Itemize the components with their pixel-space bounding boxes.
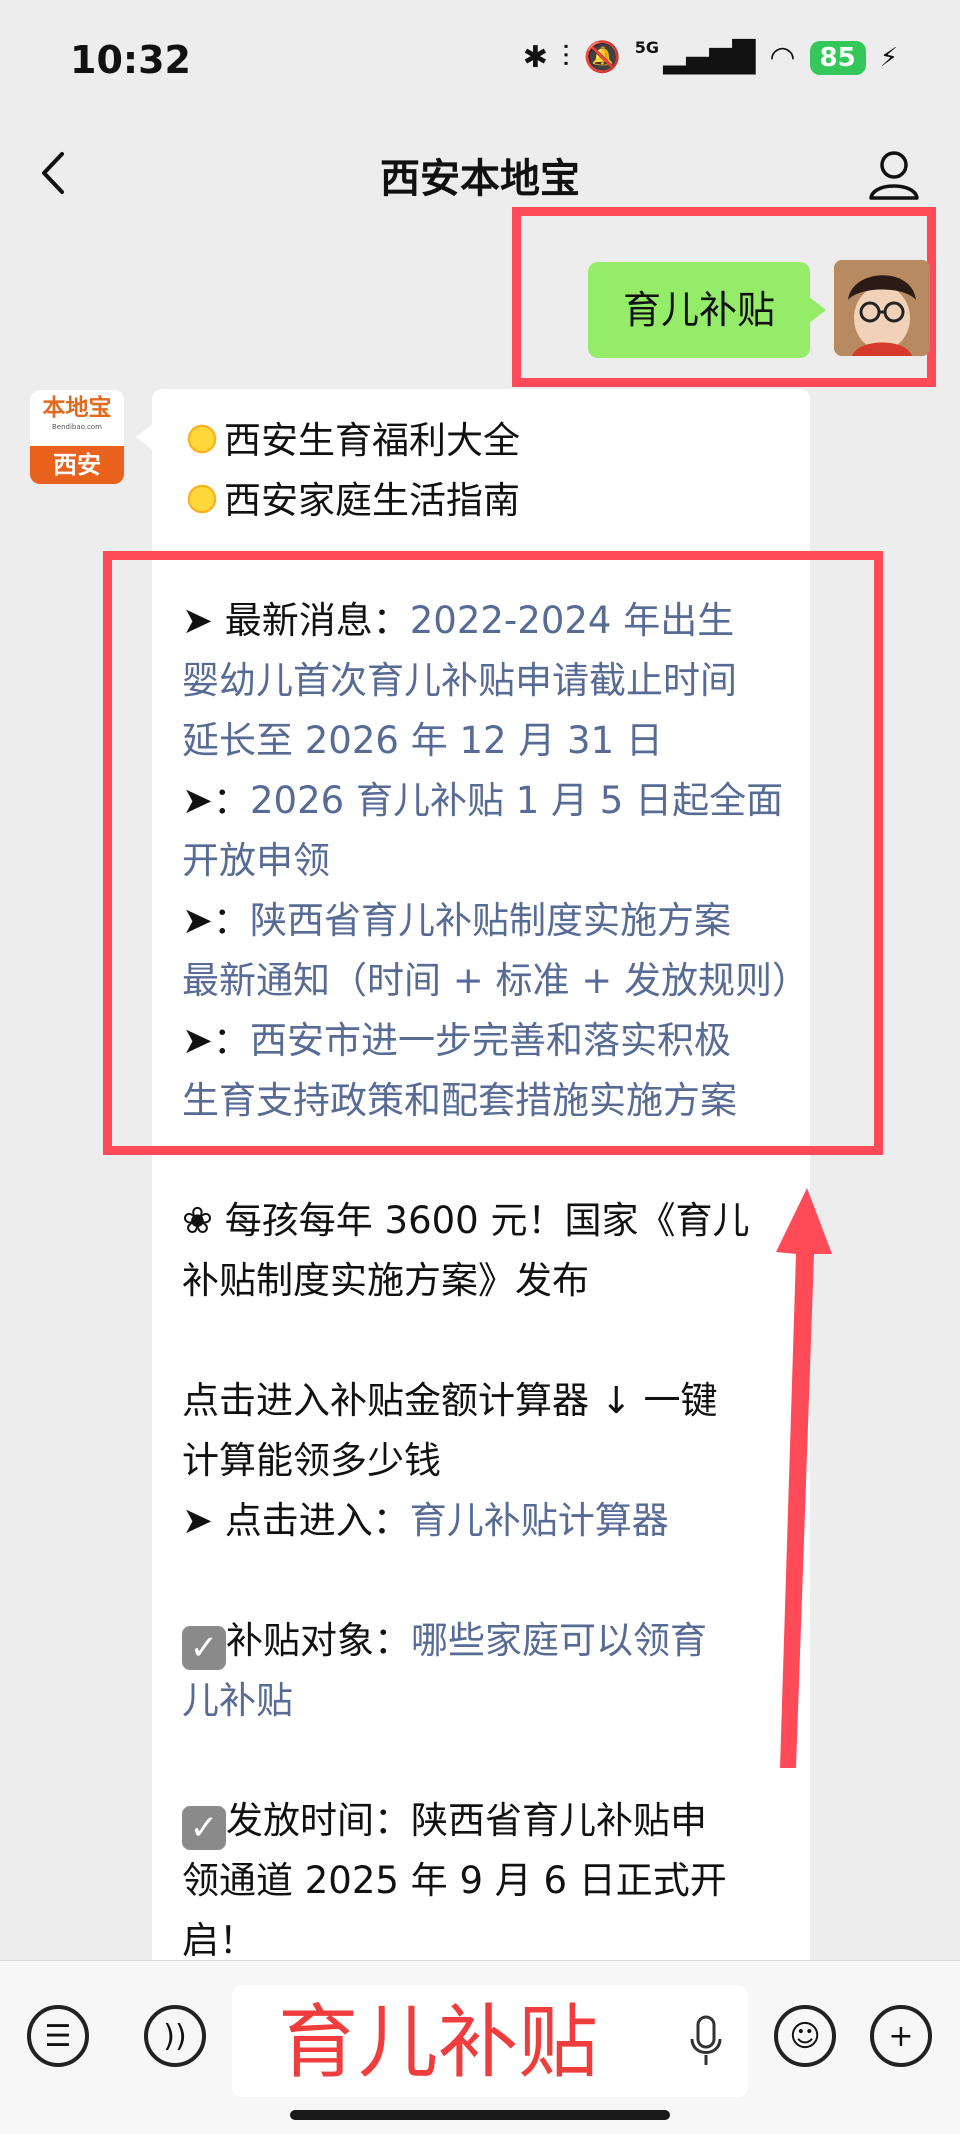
bot-avatar-logo: 本地宝 Bendibao.com xyxy=(42,395,112,431)
message-text: 发放时间：陕西省育儿补贴申 xyxy=(226,1799,707,1842)
page-title: 西安本地宝 xyxy=(380,156,580,202)
voice-icon[interactable]: )) xyxy=(144,2005,206,2067)
checkbox-icon: ✓ xyxy=(182,1626,226,1670)
network-type: 5G xyxy=(634,38,660,57)
message-text: 领通道 2025 年 9 月 6 日正式开 xyxy=(182,1859,727,1902)
wifi-icon: ◠ xyxy=(769,40,796,75)
line-prefix: ➤ 点击进入： xyxy=(182,1499,410,1542)
microphone-icon[interactable] xyxy=(686,2011,726,2071)
input-toolbar: ☰ )) 育儿补贴 ☺ + xyxy=(0,1960,960,2134)
bluetooth-icon: ✱ xyxy=(522,40,548,75)
message-text: 点击进入补贴金额计算器 ↓ 一键 xyxy=(182,1379,718,1422)
status-time: 10:32 xyxy=(70,38,191,82)
sun-icon xyxy=(182,479,222,519)
calculator-link[interactable]: 育儿补贴计算器 xyxy=(410,1499,669,1542)
sun-icon xyxy=(182,419,222,459)
list-item[interactable]: 西安家庭生活指南 xyxy=(182,471,790,531)
list-item: ➤ 点击进入：育儿补贴计算器 xyxy=(182,1491,790,1551)
message-text: 计算能领多少钱 xyxy=(182,1439,441,1482)
user-avatar-image xyxy=(834,260,930,356)
checkbox-icon: ✓ xyxy=(182,1806,226,1850)
status-bar: 10:32 ✱ ⫶ 🔕 5G ▂▄▆█ ◠ 85 ⚡ xyxy=(0,0,960,120)
list-item[interactable]: 西安生育福利大全 xyxy=(182,411,790,471)
emoji-icon[interactable]: ☺ xyxy=(774,2005,836,2067)
message-input-text: 育儿补贴 xyxy=(278,1996,598,2089)
eligibility-link[interactable]: 儿补贴 xyxy=(182,1671,790,1731)
menu-list-icon[interactable]: ☰ xyxy=(27,2005,89,2067)
plus-icon[interactable]: + xyxy=(870,2005,932,2067)
list-item: ✓ 补贴对象：哪些家庭可以领育 xyxy=(182,1611,790,1671)
list-item: ✓ 发放时间：陕西省育儿补贴申 xyxy=(182,1791,790,1851)
link-text[interactable]: 西安家庭生活指南 xyxy=(224,479,520,522)
bot-avatar-city: 西安 xyxy=(30,446,124,484)
battery-level: 85 xyxy=(809,40,866,75)
highlight-box-news xyxy=(103,551,883,1155)
wifi-calling-icon: ⫶ xyxy=(561,40,570,75)
user-message-bubble[interactable]: 育儿补贴 xyxy=(588,262,826,358)
mute-icon: 🔕 xyxy=(583,40,621,75)
message-input[interactable]: 育儿补贴 xyxy=(232,1985,748,2097)
link-text[interactable]: 西安生育福利大全 xyxy=(224,419,520,462)
profile-icon[interactable] xyxy=(866,146,922,202)
home-indicator[interactable] xyxy=(290,2110,670,2120)
line-prefix: 补贴对象： xyxy=(226,1619,411,1662)
status-icons: ✱ ⫶ 🔕 5G ▂▄▆█ ◠ 85 ⚡ xyxy=(522,38,898,75)
user-avatar[interactable] xyxy=(834,260,930,356)
bot-avatar[interactable]: 本地宝 Bendibao.com 西安 xyxy=(30,390,124,484)
signal-icon: ▂▄▆█ xyxy=(663,40,756,75)
eligibility-link[interactable]: 哪些家庭可以领育 xyxy=(411,1619,707,1662)
message-text: ❀ 每孩每年 3600 元！国家《育儿 xyxy=(182,1199,750,1242)
charging-icon: ⚡ xyxy=(879,42,898,73)
message-text: 补贴制度实施方案》发布 xyxy=(182,1259,589,1302)
